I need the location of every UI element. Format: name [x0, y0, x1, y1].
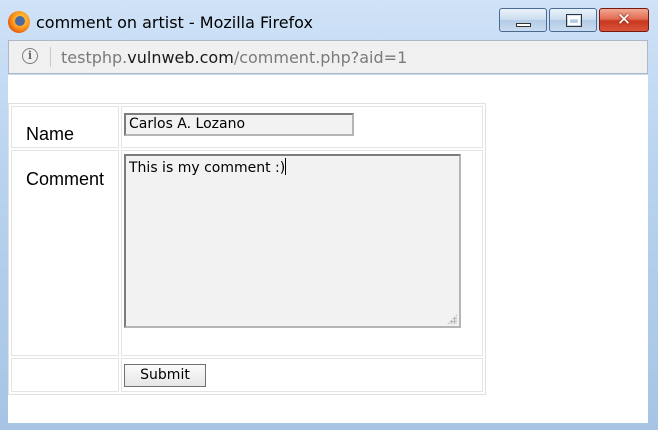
url-text[interactable]: testphp.vulnweb.com/comment.php?aid=1 — [61, 48, 407, 67]
submit-button[interactable]: Submit — [124, 363, 206, 387]
resize-grip-icon[interactable] — [447, 314, 457, 324]
submit-cell: Submit — [121, 358, 483, 392]
url-host: vulnweb.com — [127, 48, 234, 67]
name-label-cell: Name — [11, 106, 119, 148]
url-path: /comment.php?aid=1 — [233, 48, 408, 67]
url-subdomain: testphp. — [61, 48, 128, 67]
window-title: comment on artist - Mozilla Firefox — [36, 13, 313, 32]
maximize-button[interactable] — [549, 8, 597, 32]
comment-label: Comment — [26, 169, 105, 189]
firefox-icon — [8, 11, 30, 33]
browser-window: comment on artist - Mozilla Firefox ✕ i … — [0, 0, 658, 430]
minimize-button[interactable] — [499, 8, 547, 32]
comment-text: This is my comment :) — [129, 160, 286, 176]
empty-cell — [11, 358, 119, 392]
close-button[interactable]: ✕ — [599, 8, 649, 32]
info-icon[interactable]: i — [22, 48, 38, 64]
name-input-cell: Carlos A. Lozano — [121, 106, 483, 148]
close-icon: ✕ — [616, 10, 632, 30]
address-bar[interactable]: i testphp.vulnweb.com/comment.php?aid=1 — [8, 40, 648, 74]
comment-textarea[interactable]: This is my comment :) — [124, 154, 461, 328]
name-label: Name — [26, 123, 75, 144]
maximize-icon — [566, 14, 582, 27]
minimize-icon — [516, 23, 531, 27]
page-content: Name Carlos A. Lozano Comment This is my… — [8, 75, 648, 423]
text-caret — [285, 158, 287, 175]
name-input[interactable]: Carlos A. Lozano — [124, 113, 354, 136]
comment-input-cell: This is my comment :) — [121, 150, 483, 356]
address-bar-divider — [50, 47, 51, 67]
title-bar[interactable]: comment on artist - Mozilla Firefox ✕ — [0, 0, 658, 38]
comment-form: Name Carlos A. Lozano Comment This is my… — [8, 103, 486, 395]
comment-label-cell: Comment — [11, 150, 119, 356]
